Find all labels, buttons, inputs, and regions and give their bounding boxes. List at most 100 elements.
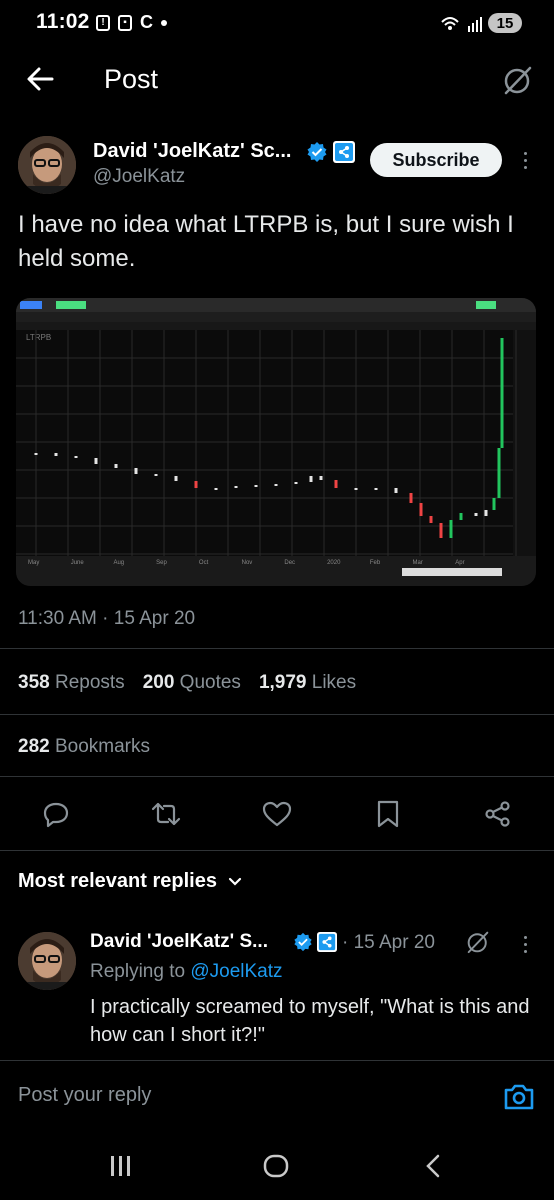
chart-month-label: Nov	[242, 560, 253, 566]
chart-candle	[429, 516, 433, 523]
chart-candle	[74, 456, 78, 458]
chart-month-label: June	[71, 560, 85, 566]
post-image-chart[interactable]: LTRPB May June Aug Sep Oct Nov Dec 2020 Feb Mar Ap…	[16, 298, 536, 586]
divider	[0, 776, 554, 777]
chart-candle	[459, 513, 463, 520]
chart-candle	[254, 485, 258, 487]
chart-candle	[354, 488, 358, 490]
like-button[interactable]	[257, 794, 297, 834]
reply-author-avatar[interactable]	[18, 932, 76, 990]
recent-apps-icon[interactable]	[111, 1156, 130, 1176]
chart-candle	[34, 453, 38, 455]
chart-month-label: Aug	[113, 560, 124, 566]
chart-month-label: Oct	[199, 560, 209, 566]
chart-candle	[174, 476, 178, 481]
chart-candle	[194, 481, 198, 488]
replies-sort-dropdown[interactable]: Most relevant replies	[18, 870, 243, 893]
stock-chart: LTRPB May June Aug Sep Oct Nov Dec 2020 Feb Mar Ap…	[16, 298, 536, 586]
repost-button[interactable]	[146, 794, 186, 834]
bookmarks-stat[interactable]: 282 Bookmarks	[18, 736, 150, 758]
xrp-icon	[317, 932, 337, 952]
reply-date[interactable]: · 15 Apr 20	[342, 932, 435, 954]
verified-icon	[294, 932, 312, 952]
status-time: 11:02	[36, 10, 90, 33]
chart-month-label: Apr	[455, 560, 464, 566]
author-name[interactable]: David 'JoelKatz' Sc...	[93, 140, 291, 163]
post-timestamp[interactable]: 11:30 AM · 15 Apr 20	[18, 608, 195, 630]
chart-month-label: May	[28, 560, 39, 566]
chart-candle	[319, 476, 323, 480]
divider	[0, 850, 554, 851]
chart-candle	[449, 520, 453, 538]
sim-icon: ▪	[118, 14, 132, 31]
chart-candle	[94, 458, 98, 464]
reply-icon	[43, 802, 69, 828]
chart-candle	[500, 338, 504, 448]
quotes-stat[interactable]: 200 Quotes	[143, 672, 241, 694]
share-icon	[485, 801, 510, 827]
chart-candle	[334, 480, 338, 488]
chart-candle	[497, 448, 501, 498]
post-action-bar	[0, 794, 554, 838]
chart-candle	[309, 476, 313, 482]
chart-candle	[114, 464, 118, 468]
chart-candle	[374, 488, 378, 490]
reposts-stat[interactable]: 358 Reposts	[18, 672, 125, 694]
chart-candle	[214, 488, 218, 490]
chart-candle	[54, 453, 58, 456]
reply-button[interactable]	[36, 794, 76, 834]
home-icon[interactable]	[263, 1154, 289, 1178]
xrp-icon	[333, 141, 355, 163]
chart-candle	[394, 488, 398, 493]
grok-icon[interactable]	[500, 62, 536, 98]
reply-author-name[interactable]: David 'JoelKatz' S...	[90, 931, 268, 953]
divider	[0, 714, 554, 715]
chart-month-label: Dec	[284, 560, 295, 566]
chart-candle	[484, 510, 488, 516]
status-notification-icons: ! ▪ C	[96, 12, 167, 33]
like-icon	[262, 801, 292, 827]
repost-icon	[151, 802, 181, 826]
author-avatar[interactable]	[18, 136, 76, 194]
reply-more-options-icon[interactable]	[522, 936, 528, 953]
chart-candle	[492, 498, 496, 510]
replies-section-title: Most relevant replies	[18, 870, 217, 892]
chart-symbol-label: LTRPB	[26, 333, 51, 342]
chart-candle	[274, 484, 278, 486]
battery-indicator: 15	[488, 13, 522, 33]
replying-to-handle[interactable]: @JoelKatz	[190, 961, 282, 982]
chart-candle	[294, 482, 298, 484]
android-navigation-bar	[111, 1154, 440, 1178]
post-text: I have no idea what LTRPB is, but I sure…	[18, 211, 514, 272]
chart-candle	[439, 523, 443, 538]
reply-text: I practically screamed to myself, "What …	[90, 996, 530, 1046]
replying-to: Replying to @JoelKatz	[90, 961, 283, 982]
page-title: Post	[104, 64, 159, 94]
chart-candle	[474, 513, 478, 516]
author-handle[interactable]: @JoelKatz	[93, 166, 185, 188]
bookmark-button[interactable]	[368, 794, 408, 834]
chart-candle	[409, 493, 413, 503]
chart-candle	[419, 503, 423, 516]
reply-input[interactable]: Post your reply	[18, 1084, 151, 1107]
likes-stat[interactable]: 1,979 Likes	[259, 672, 356, 694]
chart-candle	[154, 474, 158, 476]
chart-month-label: Mar	[413, 560, 423, 566]
back-arrow-icon[interactable]	[24, 62, 58, 96]
more-options-icon[interactable]	[522, 152, 528, 169]
nav-back-icon[interactable]	[426, 1154, 440, 1178]
author-name-text: David 'JoelKatz' Sc...	[93, 140, 292, 162]
divider	[0, 1060, 554, 1061]
chart-month-label: 2020	[327, 560, 341, 566]
camera-icon[interactable]	[502, 1080, 536, 1114]
chart-month-label: Sep	[156, 560, 167, 566]
chart-candle	[134, 468, 138, 474]
chart-month-label: Feb	[370, 560, 381, 566]
dot-icon	[161, 19, 167, 26]
subscribe-button[interactable]: Subscribe	[370, 143, 502, 177]
verified-icon	[307, 142, 327, 162]
chevron-down-icon	[228, 877, 242, 886]
share-button[interactable]	[478, 794, 518, 834]
bookmark-icon	[377, 800, 399, 828]
grok-icon[interactable]	[464, 928, 492, 956]
